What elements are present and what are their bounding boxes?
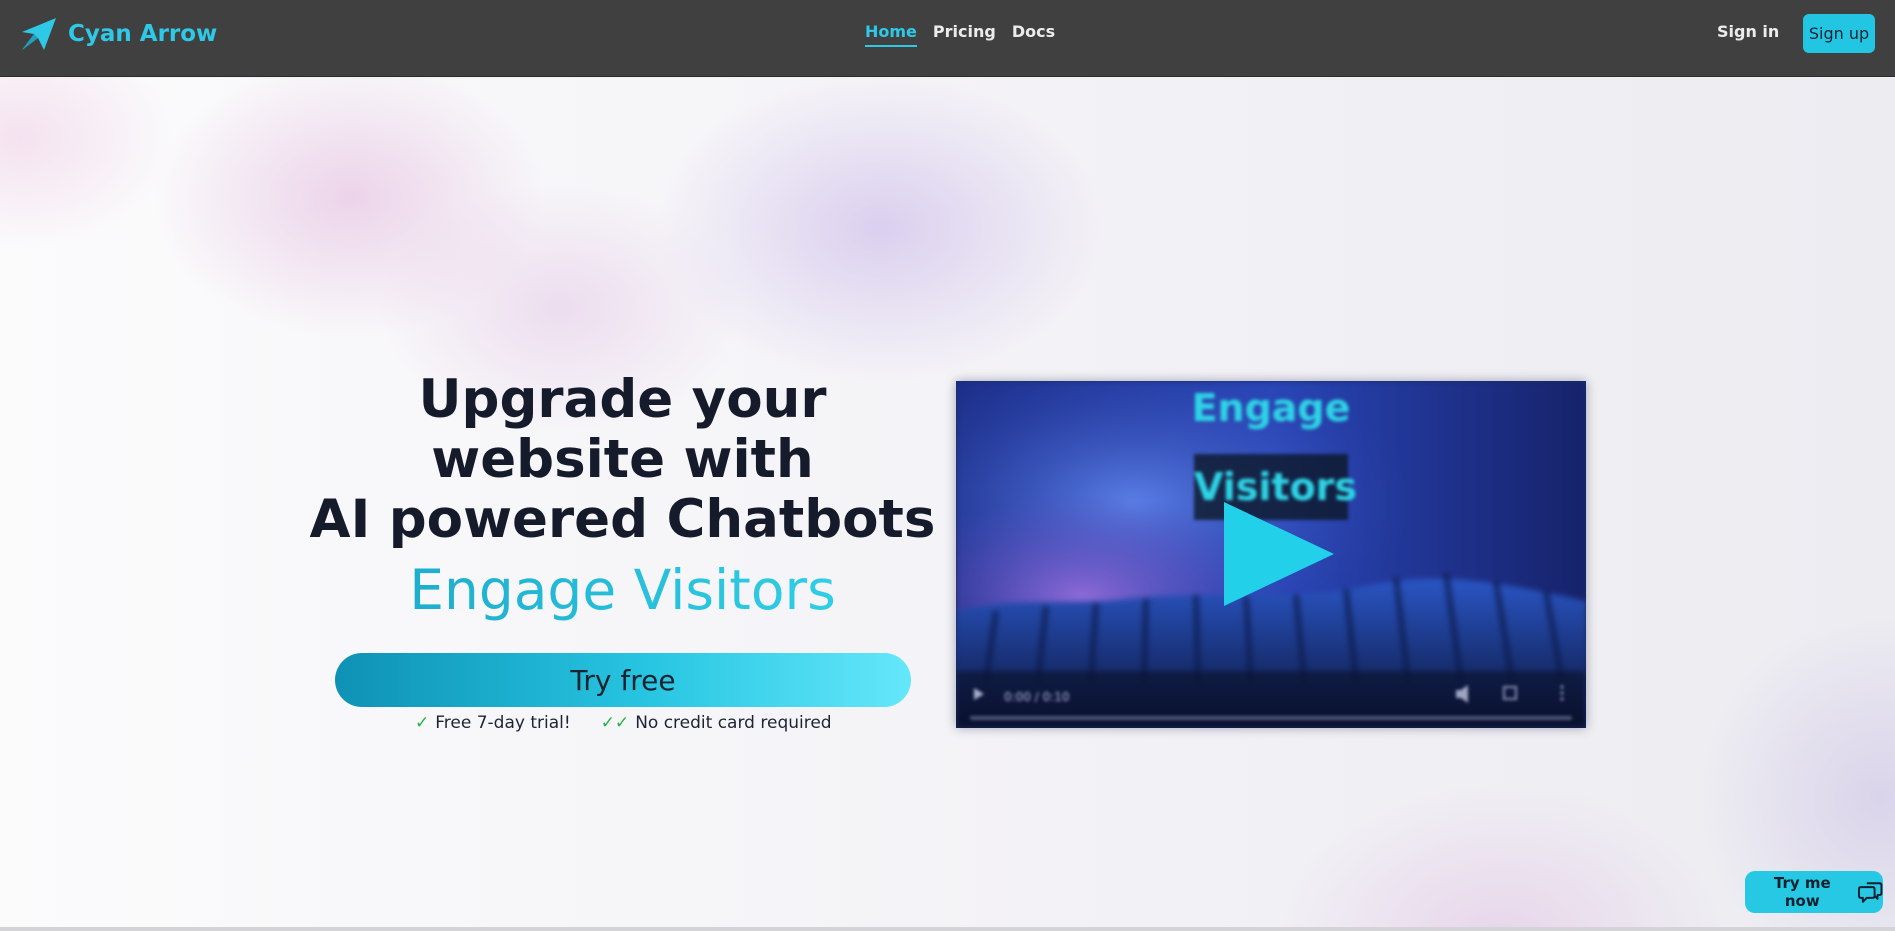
video-time: 0:00 / 0:10 (1004, 690, 1070, 704)
main-nav: Home Pricing Docs (865, 22, 1055, 47)
demo-video-player[interactable]: Engage Visitors 0:00 / 0:10 (956, 381, 1586, 728)
play-icon[interactable] (1224, 502, 1334, 606)
chat-widget-button[interactable]: Try me now (1745, 871, 1883, 913)
small-play-icon (974, 688, 984, 700)
perks-list: ✓ Free 7-day trial! ✓✓ No credit card re… (415, 713, 832, 733)
bottom-scroll-strip (0, 927, 1895, 931)
chat-widget-label: Try me now (1773, 874, 1831, 910)
video-title-line-1: Engage (1191, 386, 1351, 430)
brand-arrow-icon (22, 18, 56, 50)
brand-logo-link[interactable]: Cyan Arrow (18, 16, 217, 52)
check-icon: ✓ (415, 713, 430, 733)
headline-line-1: Upgrade your (418, 369, 827, 430)
nav-docs-link[interactable]: Docs (1012, 22, 1055, 47)
perk-text: No credit card required (635, 713, 832, 733)
video-controls[interactable]: 0:00 / 0:10 (956, 672, 1586, 728)
try-free-button[interactable]: Try free (335, 653, 911, 707)
nav-home-link[interactable]: Home (865, 22, 917, 47)
more-icon (1560, 685, 1564, 701)
perk-item: ✓✓ No credit card required (601, 713, 832, 733)
nav-pricing-link[interactable]: Pricing (933, 22, 996, 47)
volume-icon (1456, 685, 1468, 703)
chat-bubble-icon (1857, 882, 1883, 903)
perk-text: Free 7-day trial! (435, 713, 571, 733)
sign-up-button[interactable]: Sign up (1803, 14, 1875, 53)
double-check-icon: ✓✓ (600, 713, 630, 733)
hero-headline: Upgrade your website with AI powered Cha… (300, 370, 945, 550)
fullscreen-icon (1503, 686, 1517, 700)
hero-subheadline: Engage Visitors (300, 557, 945, 623)
progress-track (970, 716, 1572, 720)
headline-line-3: AI powered Chatbots (309, 489, 936, 550)
headline-line-2: website with (431, 429, 814, 490)
sign-in-link[interactable]: Sign in (1717, 22, 1779, 41)
top-navbar: Cyan Arrow Home Pricing Docs Sign in Sig… (0, 0, 1895, 77)
perk-item: ✓ Free 7-day trial! (415, 713, 571, 733)
hero-background (0, 78, 1895, 931)
brand-name: Cyan Arrow (68, 21, 218, 47)
